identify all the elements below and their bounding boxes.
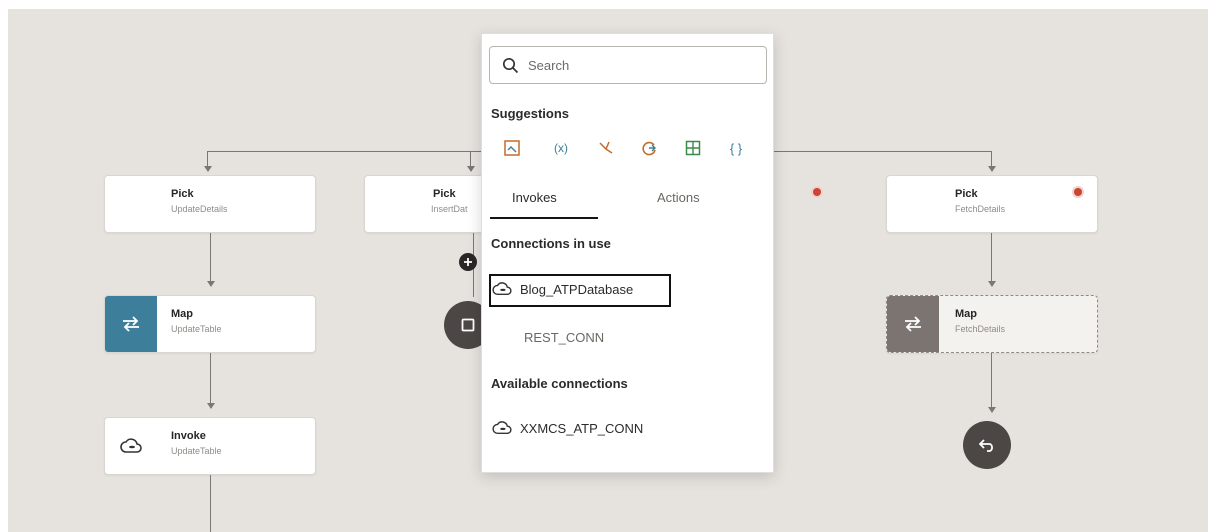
add-action-button[interactable] xyxy=(459,253,477,271)
cloud-database-icon xyxy=(492,421,512,435)
variable-icon[interactable]: (x) xyxy=(551,138,571,158)
node-title: Map xyxy=(955,308,977,320)
node-subtitle: UpdateDetails xyxy=(171,204,228,214)
flow-connector xyxy=(207,151,208,167)
map-icon xyxy=(887,296,939,352)
flow-arrow xyxy=(988,166,996,172)
node-title: Pick xyxy=(433,188,456,200)
map-node-update-table[interactable]: Map UpdateTable xyxy=(104,295,316,353)
flow-connector xyxy=(210,233,211,281)
return-node[interactable] xyxy=(963,421,1011,469)
flow-arrow xyxy=(988,281,996,287)
pick-node-update-details[interactable]: Pick UpdateDetails xyxy=(104,175,316,233)
flow-connector xyxy=(470,151,471,167)
cloud-database-icon xyxy=(105,418,157,474)
flow-connector xyxy=(991,353,992,409)
branch-icon[interactable] xyxy=(596,138,616,158)
loop-icon[interactable] xyxy=(639,138,659,158)
connection-name: REST_CONN xyxy=(524,330,605,345)
map-node-fetch-details[interactable]: Map FetchDetails xyxy=(886,295,1098,353)
flow-connector xyxy=(210,475,211,532)
node-title: Map xyxy=(171,308,193,320)
search-input[interactable]: Search xyxy=(489,46,767,84)
flow-arrow xyxy=(207,281,215,287)
action-picker-popup: Search Suggestions (x) { } Invokes Actio… xyxy=(481,33,774,473)
node-subtitle: InsertDat xyxy=(431,204,468,214)
flow-connector xyxy=(991,233,992,281)
flow-arrow xyxy=(204,166,212,172)
table-icon[interactable] xyxy=(683,138,703,158)
active-tab-underline xyxy=(490,217,598,219)
node-title: Pick xyxy=(955,188,978,200)
map-icon xyxy=(105,296,157,352)
connection-item[interactable]: XXMCS_ATP_CONN xyxy=(492,420,643,436)
error-indicator[interactable] xyxy=(813,188,821,196)
flow-arrow xyxy=(988,407,996,413)
node-title: Pick xyxy=(171,188,194,200)
node-subtitle: UpdateTable xyxy=(171,324,222,334)
connection-name: XXMCS_ATP_CONN xyxy=(520,420,644,436)
flow-connector xyxy=(991,151,992,167)
search-placeholder: Search xyxy=(528,58,570,73)
flow-connector xyxy=(772,151,992,152)
suggestions-title: Suggestions xyxy=(491,106,570,121)
connection-item[interactable]: REST_CONN xyxy=(524,330,604,345)
pick-node-fetch-details[interactable]: Pick FetchDetails xyxy=(886,175,1098,233)
json-icon[interactable]: { } xyxy=(726,138,746,158)
search-icon xyxy=(502,57,519,74)
map-icon[interactable] xyxy=(502,138,522,158)
selection-highlight xyxy=(489,274,671,307)
flow-arrow xyxy=(467,166,475,172)
error-indicator[interactable] xyxy=(1074,188,1082,196)
node-title: Invoke xyxy=(171,430,206,442)
flow-arrow xyxy=(207,403,215,409)
flow-connector xyxy=(207,151,482,152)
connections-in-use-title: Connections in use xyxy=(491,236,611,251)
tab-actions[interactable]: Actions xyxy=(657,190,700,205)
flow-connector xyxy=(210,353,211,403)
node-subtitle: FetchDetails xyxy=(955,204,1006,214)
node-subtitle: FetchDetails xyxy=(955,324,1006,334)
node-subtitle: UpdateTable xyxy=(171,446,222,456)
available-connections-title: Available connections xyxy=(491,376,628,391)
invoke-node-update-table[interactable]: Invoke UpdateTable xyxy=(104,417,316,475)
tab-invokes[interactable]: Invokes xyxy=(512,190,557,205)
